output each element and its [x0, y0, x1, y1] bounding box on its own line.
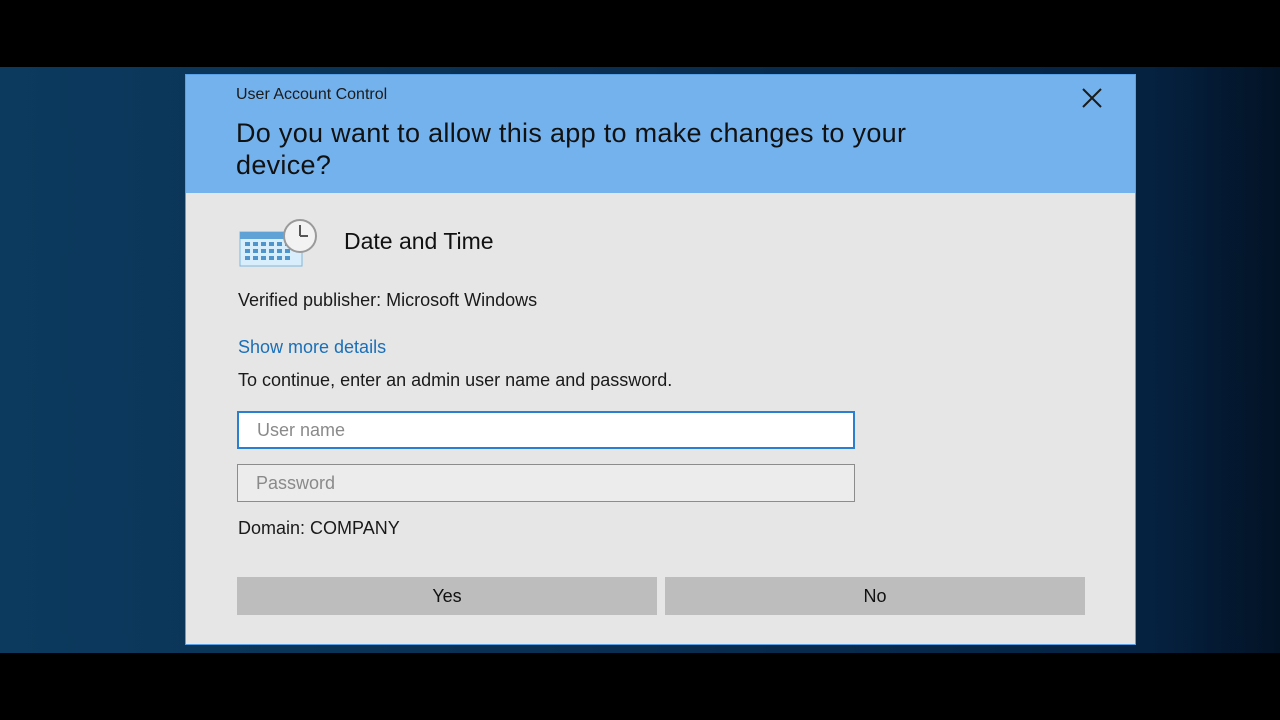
calendar-clock-icon — [239, 219, 317, 267]
dialog-question: Do you want to allow this app to make ch… — [236, 118, 907, 180]
username-field[interactable] — [237, 411, 855, 449]
domain-label: Domain: COMPANY — [238, 518, 400, 538]
verified-publisher: Verified publisher: Microsoft Windows — [238, 290, 538, 310]
app-name: Date and Time — [344, 228, 494, 254]
uac-dialog: User Account Control Do you want to allo… — [185, 74, 1136, 645]
yes-button[interactable]: Yes — [237, 577, 657, 615]
no-button[interactable]: No — [665, 577, 1085, 615]
close-icon — [1082, 88, 1102, 108]
password-field[interactable] — [237, 464, 855, 502]
show-more-details-link[interactable]: Show more details — [238, 337, 386, 358]
dialog-title: User Account Control — [236, 86, 388, 103]
close-button[interactable] — [1079, 85, 1105, 111]
dialog-header: User Account Control Do you want to allo… — [186, 75, 1135, 193]
credential-instructions: To continue, enter an admin user name an… — [238, 370, 673, 390]
